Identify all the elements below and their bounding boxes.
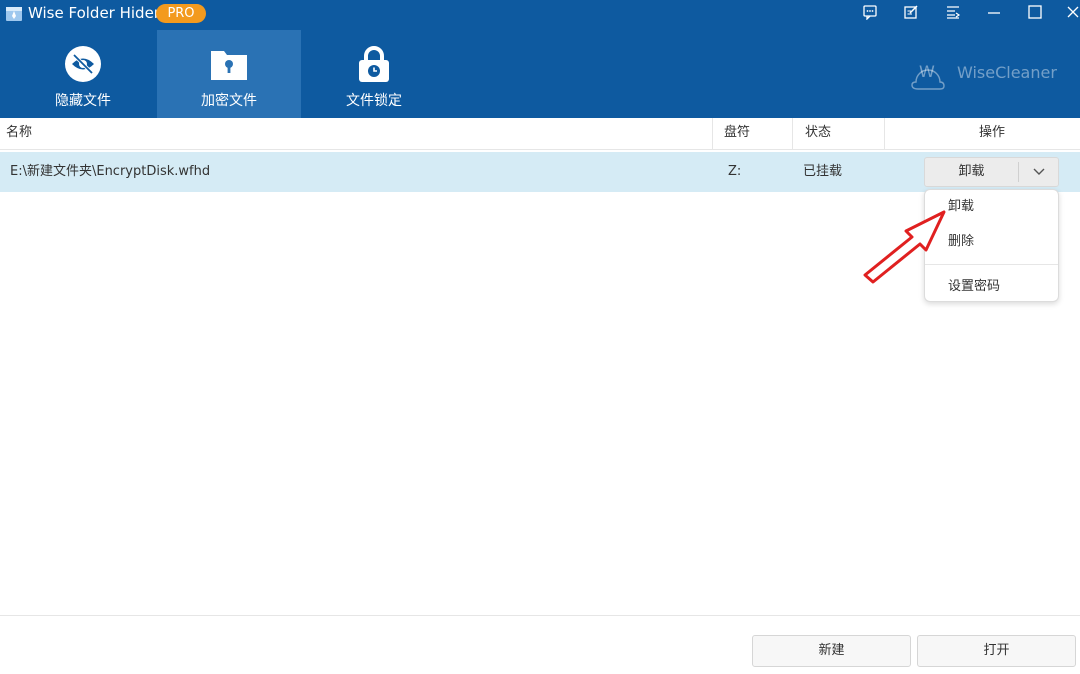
open-button[interactable]: 打开 <box>917 635 1076 667</box>
column-header-status[interactable]: 状态 <box>805 118 831 150</box>
row-drive-letter: Z: <box>728 164 742 179</box>
tab-encrypt-files[interactable]: 加密文件 <box>157 30 301 118</box>
row-file-path: E:\新建文件夹\EncryptDisk.wfhd <box>10 164 211 179</box>
maximize-icon[interactable] <box>1020 0 1050 24</box>
chevron-down-icon[interactable] <box>1019 158 1059 186</box>
new-button[interactable]: 新建 <box>752 635 911 667</box>
column-header-action[interactable]: 操作 <box>979 118 1005 150</box>
tab-file-lock[interactable]: 文件锁定 <box>302 30 446 118</box>
close-icon[interactable] <box>1058 0 1080 24</box>
brand-logo-letter: W <box>919 62 935 81</box>
column-header-name[interactable]: 名称 <box>6 118 32 150</box>
tab-hide-files[interactable]: 隐藏文件 <box>11 30 155 118</box>
app-title: Wise Folder Hider <box>28 4 160 22</box>
unmount-button[interactable]: 卸载 <box>925 158 1018 186</box>
feedback-icon[interactable] <box>855 0 885 24</box>
lock-icon <box>354 44 394 84</box>
minimize-icon[interactable] <box>979 0 1009 24</box>
eye-slash-icon <box>63 44 103 84</box>
footer-divider <box>0 615 1080 616</box>
tab-label: 隐藏文件 <box>55 93 111 109</box>
tab-label: 加密文件 <box>201 93 257 109</box>
annotation-arrow-icon <box>863 210 946 284</box>
row-status: 已挂载 <box>803 164 843 179</box>
pro-badge: PRO <box>156 4 206 23</box>
encrypted-folder-icon <box>209 44 249 84</box>
column-divider <box>712 118 713 150</box>
brand-text: WiseCleaner <box>957 63 1057 82</box>
title-bar: Wise Folder Hider PRO <box>0 0 1080 28</box>
app-logo-icon <box>5 5 23 23</box>
tab-label: 文件锁定 <box>346 93 402 109</box>
table-header: 名称 盘符 状态 操作 <box>0 118 1080 150</box>
edit-icon[interactable] <box>896 0 926 24</box>
column-divider <box>884 118 885 150</box>
app-header: Wise Folder Hider PRO 隐藏文件 加密文件 文件锁定 W W… <box>0 0 1080 118</box>
table-row[interactable]: E:\新建文件夹\EncryptDisk.wfhd Z: 已挂载 <box>0 152 1080 192</box>
column-divider <box>792 118 793 150</box>
menu-icon[interactable] <box>938 0 968 24</box>
column-header-drive[interactable]: 盘符 <box>724 118 750 150</box>
unmount-split-button: 卸载 <box>924 157 1059 187</box>
